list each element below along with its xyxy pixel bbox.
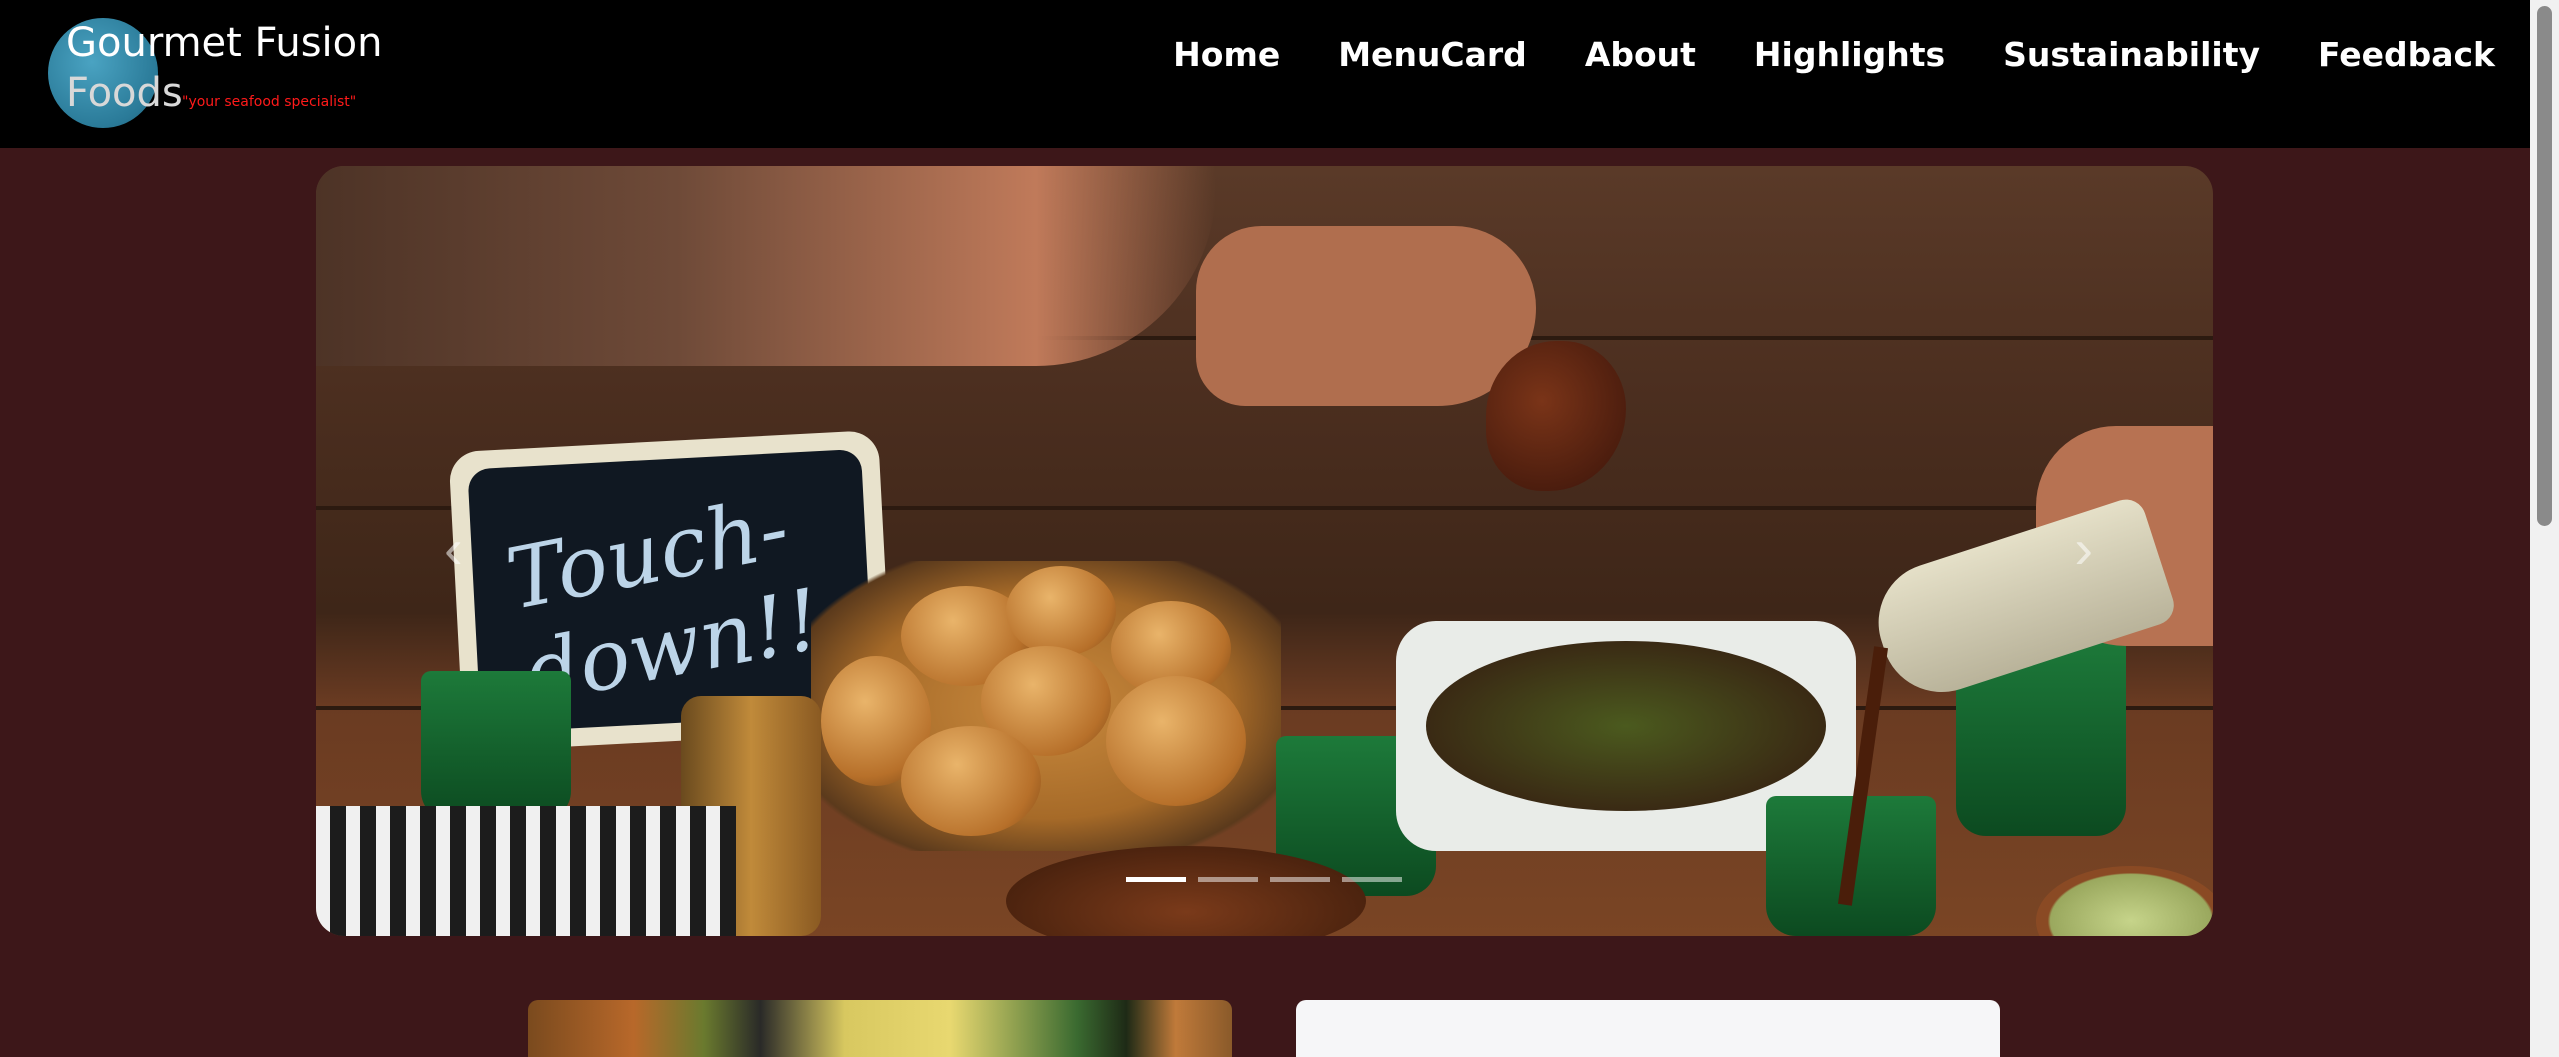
nav-menucard[interactable]: MenuCard <box>1309 30 1556 80</box>
nav-highlights[interactable]: Highlights <box>1725 30 1974 80</box>
carousel-prev-icon[interactable]: ‹ <box>444 516 463 581</box>
carousel-indicators <box>1126 877 1402 882</box>
carousel-indicator-3[interactable] <box>1270 877 1330 882</box>
nav-home[interactable]: Home <box>1144 30 1309 80</box>
nav-menu: Home MenuCard About Highlights Sustainab… <box>1144 30 2524 80</box>
carousel-indicator-4[interactable] <box>1342 877 1402 882</box>
vertical-scrollbar[interactable] <box>2530 0 2559 1057</box>
nav-feedback[interactable]: Feedback <box>2289 30 2524 80</box>
nav-about[interactable]: About <box>1556 30 1725 80</box>
nav-sustainability[interactable]: Sustainability <box>1974 30 2289 80</box>
navbar: Gourmet Fusion Foods "your seafood speci… <box>0 0 2530 148</box>
hero-image: Touch-down!! <box>316 166 2213 936</box>
carousel-indicator-1[interactable] <box>1126 877 1186 882</box>
hero-carousel[interactable]: Touch-down!! ‹ › <box>316 166 2213 936</box>
scrollbar-thumb[interactable] <box>2537 6 2552 526</box>
carousel-indicator-2[interactable] <box>1198 877 1258 882</box>
page: Gourmet Fusion Foods "your seafood speci… <box>0 0 2559 1057</box>
brand-tagline: "your seafood specialist" <box>182 94 357 110</box>
menu-card-image[interactable] <box>528 1000 1232 1057</box>
brand-name-line1: Gourmet Fusion <box>66 20 383 66</box>
info-card <box>1296 1000 2000 1057</box>
carousel-next-icon[interactable]: › <box>2074 516 2093 581</box>
brand-logo[interactable]: Gourmet Fusion Foods "your seafood speci… <box>44 14 382 132</box>
brand-name-line2: Foods <box>66 70 183 116</box>
